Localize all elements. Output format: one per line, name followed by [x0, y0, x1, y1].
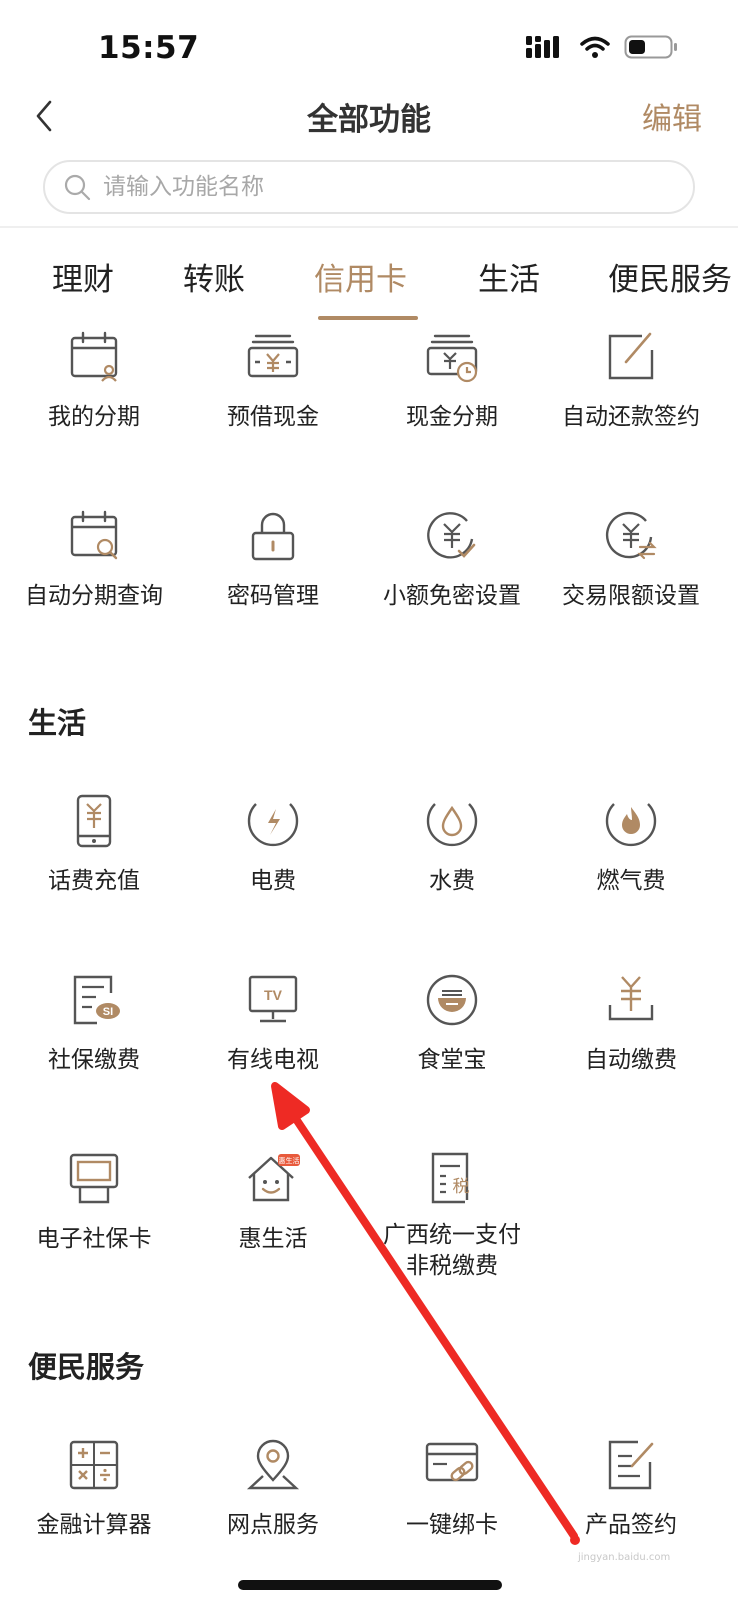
- tv-icon: TV: [248, 975, 298, 1023]
- home-indicator: [238, 1580, 502, 1590]
- item-label: 预借现金: [227, 404, 319, 430]
- item-label: 食堂宝: [417, 1047, 487, 1073]
- item-label: 电子社保卡: [36, 1226, 152, 1252]
- nav-bar: 全部功能 编辑: [0, 90, 738, 160]
- item-label: 话费充值: [48, 868, 140, 894]
- item-label: 网点服务: [227, 1512, 319, 1538]
- page-title: 全部功能: [307, 102, 431, 138]
- smile-house-icon: 惠生活: [248, 1154, 300, 1202]
- social-security-icon: SI: [73, 975, 120, 1025]
- item-mima-guanli[interactable]: 密码管理: [181, 507, 365, 612]
- svg-text:TV: TV: [264, 987, 283, 1003]
- item-label: 自动缴费: [585, 1047, 677, 1073]
- item-label: 有线电视: [227, 1047, 319, 1073]
- item-guangxi-tongyi-zhifu[interactable]: 税 广西统一支付 非税缴费: [360, 1150, 544, 1282]
- item-label: 交易限额设置: [562, 583, 700, 609]
- lightning-icon: [247, 803, 299, 847]
- yen-swap-icon: [605, 511, 657, 560]
- item-wode-fenqi[interactable]: 我的分期: [2, 328, 186, 433]
- section-title-bianmin-fuwu: 便民服务: [28, 1350, 145, 1384]
- item-label: 广西统一支付: [383, 1222, 521, 1248]
- item-xianjin-fenqi[interactable]: 现金分期: [360, 328, 544, 433]
- tab-shenghuo[interactable]: 生活: [478, 254, 540, 299]
- item-label: 自动还款签约: [562, 404, 700, 430]
- status-time: 15:57: [98, 30, 200, 66]
- item-youxian-dianshi[interactable]: TV 有线电视: [181, 971, 365, 1076]
- section-title-shenghuo: 生活: [28, 706, 87, 740]
- flame-icon: [605, 803, 657, 847]
- item-hui-shenghuo[interactable]: 惠生活 惠生活: [181, 1150, 365, 1255]
- calculator-icon: [69, 1440, 119, 1490]
- item-label: 小额免密设置: [383, 583, 521, 609]
- auto-pay-icon: [608, 976, 654, 1021]
- lock-icon: [251, 512, 295, 561]
- phone-yen-icon: [76, 794, 112, 848]
- sign-doc-icon: [608, 1440, 654, 1490]
- tab-xinyongka[interactable]: 信用卡: [314, 254, 407, 299]
- category-tabs: 理财 转账 信用卡 生活 便民服务: [0, 254, 738, 324]
- item-zidong-huankuan[interactable]: 自动还款签约: [539, 328, 723, 433]
- item-label: 一键绑卡: [406, 1512, 498, 1538]
- tab-licai[interactable]: 理财: [52, 254, 114, 299]
- item-jiaoyi-xiane[interactable]: 交易限额设置: [539, 507, 723, 612]
- item-ranqifei[interactable]: 燃气费: [539, 792, 723, 897]
- item-label: 水费: [429, 868, 475, 894]
- calendar-user-icon: [70, 331, 118, 382]
- cellular-signal-icon: [526, 36, 559, 58]
- item-shebao-jiaofei[interactable]: SI 社保缴费: [2, 971, 186, 1076]
- item-chanpin-qianyue[interactable]: 产品签约: [539, 1436, 723, 1541]
- item-label: 社保缴费: [48, 1047, 140, 1073]
- calendar-search-icon: [70, 510, 118, 560]
- item-label: 自动分期查询: [25, 583, 163, 609]
- item-wangdian-fuwu[interactable]: 网点服务: [181, 1436, 365, 1541]
- item-label: 金融计算器: [36, 1512, 152, 1538]
- battery-icon: [624, 35, 677, 59]
- tab-bianmin-fuwu[interactable]: 便民服务: [608, 254, 732, 299]
- active-tab-indicator: [318, 316, 418, 320]
- svg-text:税: 税: [453, 1177, 470, 1197]
- item-label: 惠生活: [238, 1226, 308, 1252]
- item-label: 产品签约: [585, 1512, 677, 1538]
- search-bar[interactable]: [43, 160, 695, 214]
- item-xiaoe-mianmi[interactable]: 小额免密设置: [360, 507, 544, 612]
- item-shuifei[interactable]: 水费: [360, 792, 544, 897]
- card-link-icon: [425, 1442, 479, 1482]
- status-icons: [526, 34, 678, 60]
- yen-check-icon: [427, 512, 476, 559]
- edit-button[interactable]: 编辑: [642, 94, 702, 138]
- bowl-icon: [426, 974, 478, 1026]
- edit-square-icon: [608, 332, 654, 380]
- location-pin-icon: [246, 1439, 300, 1490]
- header-divider: [0, 226, 738, 228]
- item-zidong-jiaofei[interactable]: 自动缴费: [539, 971, 723, 1076]
- hui-shenghuo-badge: 惠生活: [279, 1156, 300, 1165]
- item-huafei-chongzhi[interactable]: 话费充值: [2, 792, 186, 897]
- search-icon: [64, 174, 91, 201]
- item-label: 燃气费: [596, 868, 666, 894]
- watermark: jingyan.baidu.com: [578, 1552, 671, 1563]
- search-input[interactable]: [103, 174, 663, 200]
- cash-clock-icon: [426, 334, 478, 383]
- item-yijian-bangka[interactable]: 一键绑卡: [360, 1436, 544, 1541]
- wifi-icon: [580, 36, 610, 58]
- card-reader-icon: [69, 1153, 119, 1204]
- item-shitangbao[interactable]: 食堂宝: [360, 971, 544, 1076]
- cash-yen-icon: [247, 334, 299, 378]
- item-zidong-fenqi-chaxun[interactable]: 自动分期查询: [2, 507, 186, 612]
- item-jinrong-jisuanqi[interactable]: 金融计算器: [2, 1436, 186, 1541]
- water-drop-icon: [426, 803, 478, 847]
- item-dianzi-shebaoka[interactable]: 电子社保卡: [2, 1150, 186, 1255]
- item-label: 电费: [250, 868, 296, 894]
- item-dianfei[interactable]: 电费: [181, 792, 365, 897]
- tab-zhuanzhang[interactable]: 转账: [183, 254, 245, 299]
- item-yujie-xianjin[interactable]: 预借现金: [181, 328, 365, 433]
- svg-text:SI: SI: [103, 1006, 113, 1018]
- tax-doc-icon: 税: [431, 1152, 470, 1204]
- item-label: 我的分期: [48, 404, 140, 430]
- item-label: 密码管理: [227, 583, 319, 609]
- status-bar: 15:57: [0, 0, 738, 90]
- item-label: 现金分期: [406, 404, 498, 430]
- item-label-line2: 非税缴费: [406, 1253, 498, 1279]
